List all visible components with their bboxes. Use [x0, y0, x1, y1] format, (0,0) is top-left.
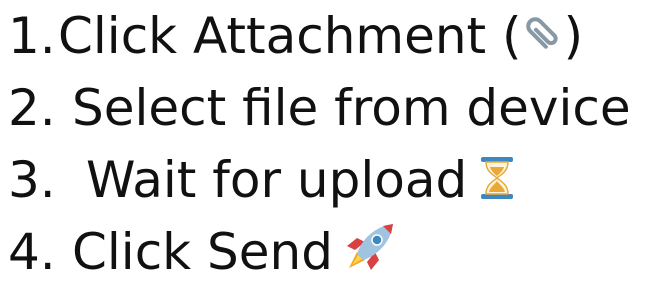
- step-text: Wait for upload: [86, 151, 468, 209]
- step-1: 1.Click Attachment ( ): [8, 2, 583, 70]
- step-number: 3.: [8, 151, 56, 209]
- step-suffix: ): [563, 7, 584, 65]
- paperclip-icon: [520, 6, 566, 74]
- step-number: 2.: [8, 79, 56, 137]
- step-3: 3. Wait for upload: [8, 146, 517, 214]
- step-text: Click Send: [72, 223, 333, 281]
- rocket-icon: [343, 220, 397, 291]
- hourglass-icon: [477, 150, 517, 218]
- step-text: Select file from device: [72, 79, 631, 137]
- step-2: 2. Select file from device: [8, 74, 631, 142]
- step-number: 1.: [8, 7, 56, 65]
- step-number: 4.: [8, 223, 56, 281]
- step-4: 4. Click Send: [8, 218, 397, 286]
- step-text: Click Attachment (: [58, 7, 522, 65]
